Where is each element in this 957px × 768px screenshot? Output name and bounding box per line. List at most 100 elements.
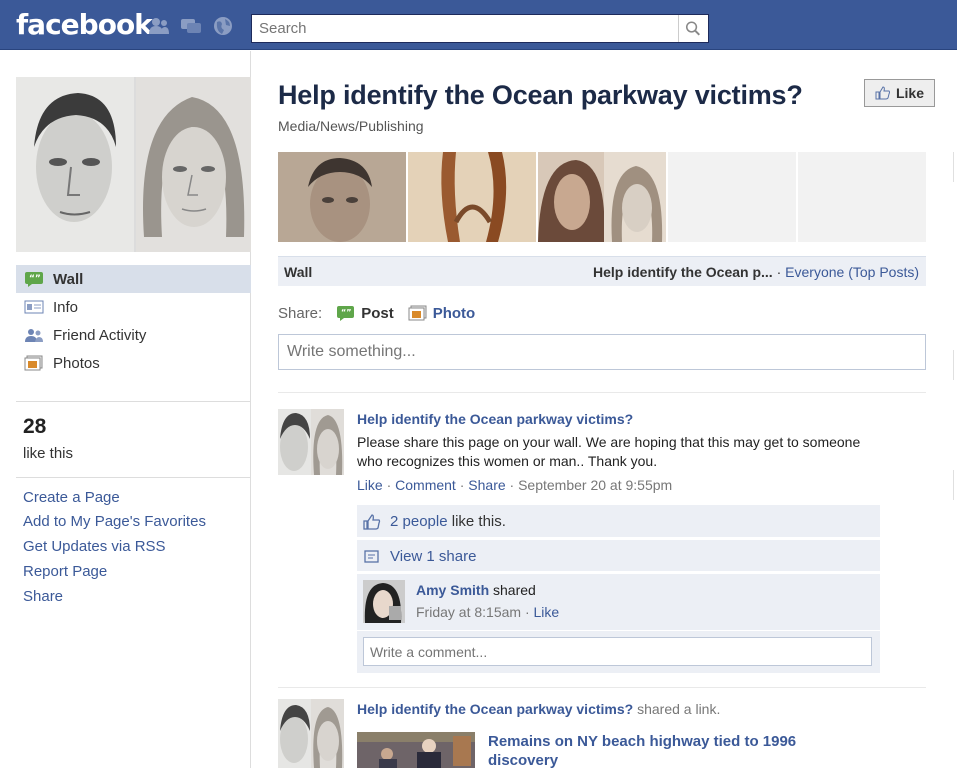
photo-thumbnail-image: [278, 152, 406, 242]
likes-summary: 2 people like this.: [357, 505, 880, 537]
nav-item-info[interactable]: Info: [16, 293, 251, 321]
view-shares-link[interactable]: View 1 share: [390, 548, 476, 565]
story-divider: [278, 687, 926, 688]
shared-link-title[interactable]: Remains on NY beach highway tied to 1996…: [488, 732, 848, 768]
like-count-label: like this: [23, 445, 74, 462]
share-action-link[interactable]: Share: [468, 477, 505, 493]
photo-upload-icon: [408, 305, 427, 320]
share-label: Share:: [278, 304, 323, 322]
nav-item-label: Photos: [53, 354, 100, 372]
post-status-icon: “”: [337, 305, 355, 321]
photo-thumbnail-empty: [668, 152, 796, 242]
shared-action-text: shared: [489, 582, 536, 598]
story-message: Please share this page on your wall. We …: [357, 434, 861, 469]
nav-item-photos[interactable]: Photos: [16, 349, 251, 377]
write-something-input[interactable]: [279, 335, 925, 369]
rss-updates-link[interactable]: Get Updates via RSS: [23, 538, 166, 555]
separator: ·: [386, 477, 396, 493]
friend-requests-icon[interactable]: [148, 16, 170, 36]
shared-by-row: Amy Smith shared Friday at 8:15am · Like: [357, 574, 880, 630]
story-author-link[interactable]: Help identify the Ocean parkway victims?: [357, 701, 633, 717]
scroll-edge: [953, 152, 957, 182]
scroll-edge: [953, 350, 957, 380]
likes-text: like this.: [447, 513, 506, 530]
share-photo-label: Photo: [432, 304, 476, 322]
page-avatar[interactable]: [278, 699, 344, 768]
search-input[interactable]: [252, 15, 672, 42]
story-header: Help identify the Ocean parkway victims?…: [357, 701, 720, 717]
share-icon: [364, 549, 379, 563]
photo-thumbnail[interactable]: [538, 152, 666, 242]
page-category: Media/News/Publishing: [278, 118, 424, 134]
like-page-button[interactable]: Like: [864, 79, 935, 107]
photo-strip: [278, 152, 926, 242]
comment-box: [363, 637, 872, 666]
left-sidebar: “” Wall Info Friend Activity Photos 28 l…: [0, 51, 251, 768]
share-post-tab[interactable]: “” Post: [336, 305, 394, 322]
page-title: Help identify the Ocean parkway victims?: [278, 80, 803, 110]
info-icon: [24, 300, 44, 314]
page-avatar[interactable]: [278, 409, 344, 475]
facebook-logo[interactable]: facebook: [16, 8, 153, 41]
comment-action-link[interactable]: Comment: [395, 477, 456, 493]
shares-summary: View 1 share: [357, 540, 880, 571]
nav-item-wall[interactable]: “” Wall: [16, 265, 251, 293]
scroll-edge: [953, 470, 957, 500]
status-composer: [278, 334, 926, 370]
photo-thumbnail-empty: [798, 152, 926, 242]
story-author-link[interactable]: Help identify the Ocean parkway victims?: [357, 411, 633, 427]
wall-filter-dropdown[interactable]: Everyone (Top Posts): [785, 264, 919, 280]
like-count: 28: [23, 415, 47, 438]
nav-item-friend-activity[interactable]: Friend Activity: [16, 321, 251, 349]
divider: [16, 477, 251, 478]
wall-filter: Help identify the Ocean p... · Everyone …: [593, 264, 919, 280]
photos-icon: [24, 355, 43, 371]
nav-item-label: Friend Activity: [53, 326, 147, 344]
story-action-text: shared a link.: [633, 701, 721, 717]
thumbs-up-icon: [875, 86, 890, 100]
top-bar: facebook: [0, 0, 957, 50]
shared-timestamp[interactable]: Friday at 8:15am: [416, 604, 521, 620]
like-action-link[interactable]: Like: [357, 477, 383, 493]
profile-picture[interactable]: [16, 77, 251, 252]
share-post-label: Post: [361, 304, 394, 322]
report-page-link[interactable]: Report Page: [23, 563, 107, 580]
messages-icon[interactable]: [180, 16, 202, 36]
comment-composer: [357, 631, 880, 673]
composite-sketch-image: [16, 77, 251, 252]
write-comment-input[interactable]: [364, 638, 871, 665]
create-page-link[interactable]: Create a Page: [23, 489, 120, 506]
svg-text:“”: “”: [341, 308, 352, 317]
user-name-link[interactable]: Amy Smith: [416, 582, 489, 598]
search-icon[interactable]: [678, 15, 708, 42]
add-to-favorites-link[interactable]: Add to My Page's Favorites: [23, 513, 206, 530]
photo-thumbnail[interactable]: [408, 152, 536, 242]
nav-item-label: Wall: [53, 270, 84, 288]
page-avatar-image: [278, 699, 344, 768]
wall-label: Wall: [284, 264, 313, 280]
friends-icon: [25, 329, 43, 342]
nav-item-label: Info: [53, 298, 79, 316]
likers-link[interactable]: 2 people: [390, 513, 448, 530]
separator: ·: [459, 477, 469, 493]
page-avatar-image: [278, 409, 344, 475]
link-thumbnail-image: [357, 732, 475, 768]
notifications-globe-icon[interactable]: [212, 16, 234, 36]
share-page-link[interactable]: Share: [23, 588, 63, 605]
shared-like-link[interactable]: Like: [534, 604, 560, 620]
story-timestamp[interactable]: September 20 at 9:55pm: [518, 477, 672, 493]
story-actions: Like · Comment · Share · September 20 at…: [357, 477, 672, 493]
avatar[interactable]: [363, 580, 405, 623]
story-divider: [278, 392, 926, 393]
shared-meta: Friday at 8:15am · Like: [416, 604, 559, 620]
search-box: [251, 14, 709, 43]
share-photo-tab[interactable]: Photo: [408, 304, 476, 322]
wall-icon: “”: [25, 272, 43, 287]
shared-by-name: Amy Smith shared: [416, 582, 536, 598]
photo-thumbnail-image: [538, 152, 666, 242]
divider: [16, 401, 251, 402]
wall-filter-page: Help identify the Ocean p...: [593, 264, 773, 280]
wall-filter-bar: Wall Help identify the Ocean p... · Ever…: [278, 256, 926, 286]
link-thumbnail[interactable]: [357, 732, 475, 768]
photo-thumbnail[interactable]: [278, 152, 406, 242]
